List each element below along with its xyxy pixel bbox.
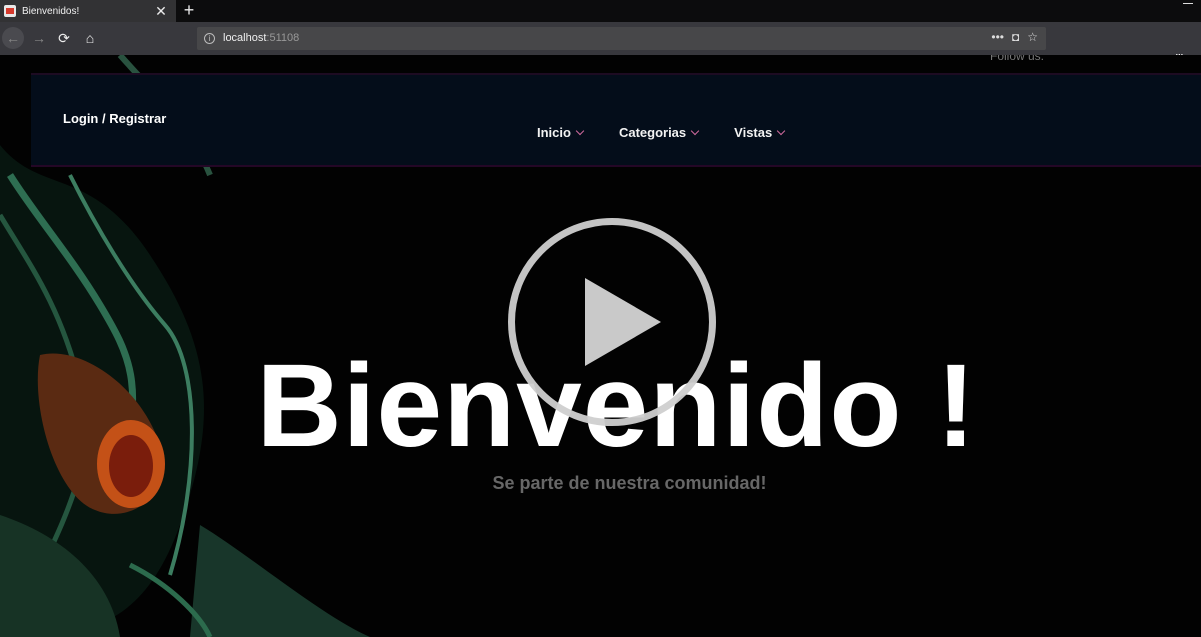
chevron-down-icon (776, 126, 786, 135)
site-header: Login / Registrar Inicio Categorias Vist… (31, 73, 1201, 167)
browser-tab[interactable]: Bienvenidos! ✕ (0, 0, 176, 22)
follow-us-bar: Follow us: (990, 55, 1044, 63)
info-icon[interactable]: i (204, 33, 215, 44)
follow-us-label: Follow us: (990, 55, 1045, 63)
hero-subtitle: Se parte de nuestra comunidad! (492, 473, 767, 493)
login-register-link[interactable]: Login / Registrar (63, 111, 166, 126)
menu-item-label: Inicio (537, 125, 571, 140)
tab-title: Bienvenidos! (22, 5, 80, 17)
hero-section: Follow us: Login / Registrar Inicio Cate… (0, 55, 1201, 637)
site-favicon-icon (4, 5, 16, 17)
menu-item-inicio[interactable]: Inicio (537, 125, 585, 140)
play-video-button[interactable] (508, 218, 716, 426)
menu-item-categorias[interactable]: Categorias (618, 125, 700, 140)
new-tab-button[interactable]: + (180, 0, 198, 22)
url-port: :51108 (266, 32, 300, 44)
back-button[interactable]: ← (2, 27, 24, 49)
tab-close-icon[interactable]: ✕ (152, 3, 170, 20)
home-button[interactable]: ⌂ (79, 27, 101, 49)
minimize-button[interactable] (1183, 3, 1193, 4)
menu-item-vistas[interactable]: Vistas (734, 125, 786, 140)
bookmark-star-icon[interactable]: ☆ (1027, 30, 1038, 44)
pocket-icon[interactable]: ◘ (1012, 30, 1019, 44)
main-menu: Inicio Categorias Vistas (537, 125, 786, 140)
chevron-down-icon (690, 126, 700, 135)
chevron-down-icon (575, 126, 585, 135)
url-host: localhost (223, 32, 267, 44)
menu-item-label: Vistas (734, 125, 773, 140)
play-icon (585, 278, 661, 366)
address-bar[interactable]: i localhost:51108 ••• ◘ ☆ (197, 27, 1046, 50)
reload-button[interactable]: ⟳ (53, 27, 75, 49)
url-text[interactable]: localhost:51108 (223, 32, 299, 44)
more-icon[interactable]: ••• (991, 30, 1004, 44)
browser-tab-strip: Bienvenidos! ✕ + (0, 0, 1201, 22)
url-actions: ••• ◘ ☆ (991, 30, 1038, 44)
forward-button[interactable]: → (28, 27, 50, 49)
menu-item-label: Categorias (618, 125, 687, 140)
